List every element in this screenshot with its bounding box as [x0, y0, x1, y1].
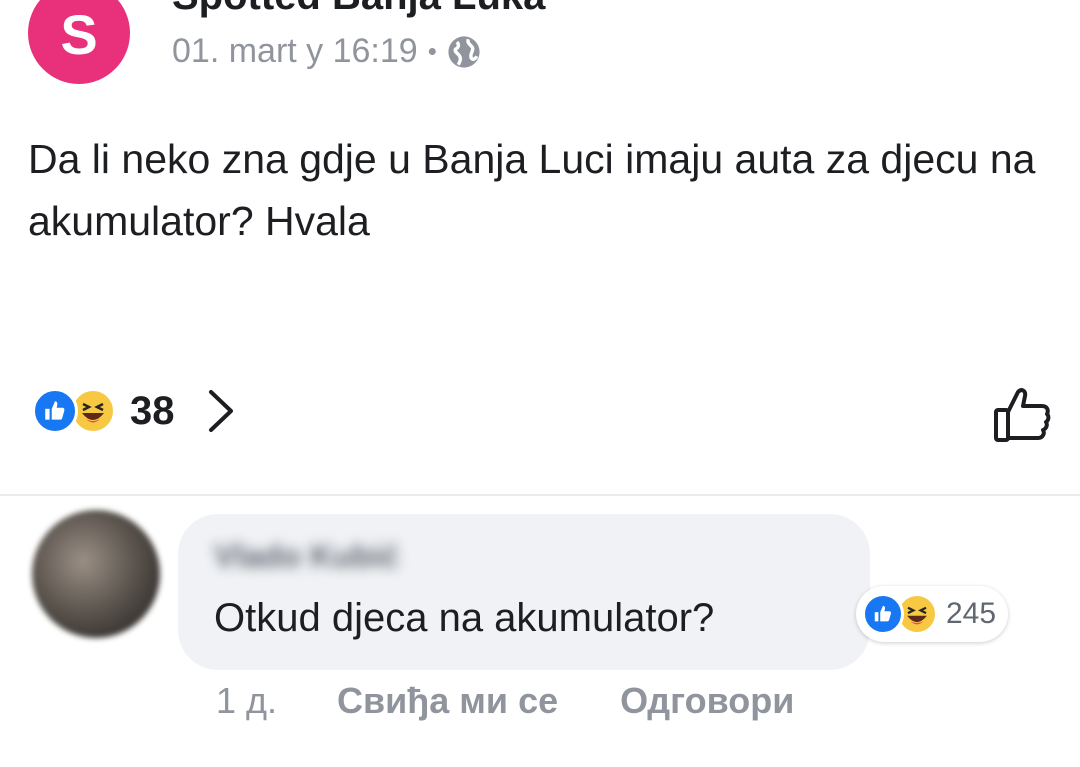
section-divider — [0, 494, 1080, 496]
post-meta: 01. mart у 16:19 • — [172, 32, 481, 71]
comment-actions: 1 д. Свиђа ми се Одговори — [216, 680, 794, 722]
comment-reaction-count: 245 — [946, 597, 997, 630]
comment-reply-button[interactable]: Одговори — [620, 680, 794, 722]
comment-reactions-summary[interactable]: 245 — [856, 586, 1009, 642]
globe-icon — [448, 35, 480, 68]
post-timestamp[interactable]: 01. mart у 16:19 — [172, 32, 418, 71]
page-name[interactable]: Spotted Banja Luka — [172, 0, 545, 19]
facebook-post-screen: S Spotted Banja Luka 01. mart у 16:19 • … — [0, 0, 1080, 767]
chevron-right-icon[interactable] — [205, 386, 239, 436]
comment-time: 1 д. — [216, 680, 278, 721]
like-button-icon[interactable] — [990, 382, 1054, 446]
comment-bubble[interactable]: Vlado Kubić Otkud djeca na akumulator? — [178, 514, 870, 670]
like-icon — [862, 593, 904, 635]
post-reactions-summary[interactable]: 38 — [32, 386, 239, 436]
comment-author[interactable]: Vlado Kubić — [214, 538, 399, 575]
page-avatar[interactable]: S — [28, 0, 130, 84]
meta-separator: • — [427, 36, 437, 66]
comment-text: Otkud djeca na akumulator? — [214, 596, 715, 640]
commenter-avatar[interactable] — [32, 510, 160, 638]
post-reaction-count: 38 — [130, 388, 175, 433]
page-avatar-letter: S — [60, 3, 98, 66]
like-icon — [32, 388, 78, 434]
post-text: Da li neko zna gdje u Banja Luci imaju a… — [28, 136, 1036, 244]
comment-like-button[interactable]: Свиђа ми се — [337, 680, 558, 722]
